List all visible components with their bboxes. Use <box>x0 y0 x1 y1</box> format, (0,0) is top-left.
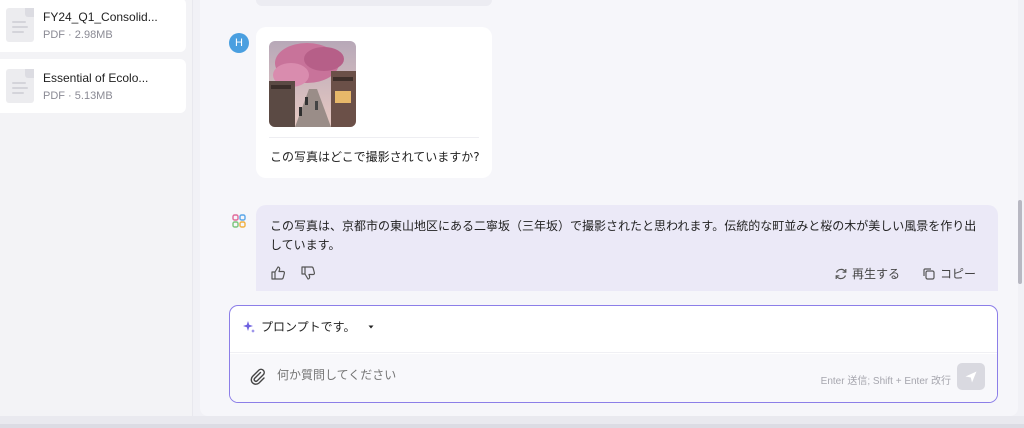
ai-assistant-icon <box>232 214 246 228</box>
thumbs-up-icon[interactable] <box>270 265 286 281</box>
message-input-row: Enter 送信; Shift + Enter 改行 <box>230 354 997 402</box>
regenerate-label: 再生する <box>851 267 900 281</box>
user-message-text: この写真はどこで撮影されていますか? <box>270 150 480 164</box>
divider <box>230 352 997 353</box>
file-name: FY24_Q1_Consolid... <box>43 9 158 24</box>
bottom-border <box>0 424 1024 428</box>
thumbs-down-icon[interactable] <box>300 265 316 281</box>
file-icon <box>6 8 34 42</box>
chat-input-box: プロンプトです。 Enter 送信; Shift + Enter 改行 <box>229 305 998 403</box>
file-name: Essential of Ecolo... <box>43 70 149 85</box>
keyboard-hint: Enter 送信; Shift + Enter 改行 <box>820 376 951 387</box>
divider <box>269 137 479 138</box>
sparkle-icon <box>243 320 255 333</box>
regenerate-button[interactable]: 再生する <box>834 265 900 282</box>
send-icon <box>965 371 977 382</box>
regenerate-icon <box>835 268 847 279</box>
chevron-down-icon <box>368 325 374 328</box>
scrollbar-thumb[interactable] <box>1018 200 1022 284</box>
copy-button[interactable]: コピー <box>922 265 976 282</box>
paperclip-icon[interactable] <box>248 367 266 385</box>
user-avatar: H <box>229 33 249 53</box>
prompt-selector[interactable]: プロンプトです。 <box>242 318 376 335</box>
ai-message-bubble: この写真は、京都市の東山地区にある二寧坂（三年坂）で撮影されたと思われます。伝統… <box>256 205 998 291</box>
copy-icon <box>923 267 935 280</box>
file-icon <box>6 69 34 103</box>
file-meta: PDF · 5.13MB <box>43 89 113 102</box>
ai-message-text: この写真は、京都市の東山地区にある二寧坂（三年坂）で撮影されたと思われます。伝統… <box>270 219 977 252</box>
message-input[interactable] <box>277 368 757 382</box>
user-message-bubble: この写真はどこで撮影されていますか? <box>256 27 492 178</box>
file-item[interactable]: FY24_Q1_Consolid... PDF · 2.98MB <box>0 0 186 52</box>
file-list-panel: FY24_Q1_Consolid... PDF · 2.98MB Essenti… <box>0 0 193 416</box>
previous-message-edge <box>256 0 492 6</box>
file-item[interactable]: Essential of Ecolo... PDF · 5.13MB <box>0 59 186 113</box>
send-button[interactable] <box>957 363 985 390</box>
attached-photo[interactable] <box>269 41 356 127</box>
copy-label: コピー <box>939 267 976 281</box>
prompt-label: プロンプトです。 <box>261 320 356 334</box>
file-meta: PDF · 2.98MB <box>43 28 113 41</box>
